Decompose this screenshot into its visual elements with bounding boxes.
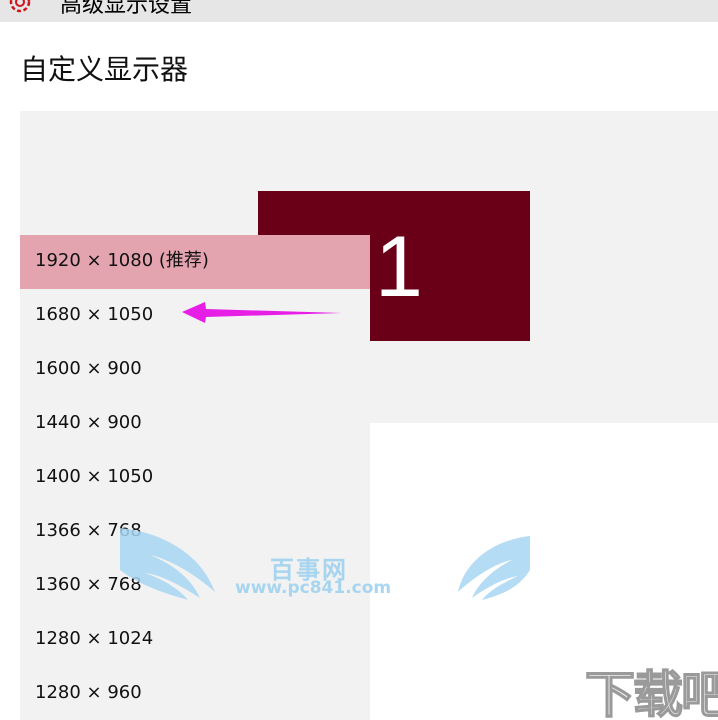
corner-watermark-logo: 下载吧 (584, 665, 718, 720)
resolution-option[interactable]: 1600 × 900 (20, 343, 370, 397)
watermark-url: www.pc841.com (235, 578, 392, 598)
screen: 高级显示设置 自定义显示器 1 1920 × 1080 (推荐) 1680 × … (0, 0, 718, 720)
gear-icon (6, 0, 34, 16)
window-title: 高级显示设置 (60, 0, 193, 18)
resolution-option[interactable]: 1400 × 1050 (20, 451, 370, 505)
resolution-option[interactable]: 1440 × 900 (20, 397, 370, 451)
resolution-option[interactable]: 1680 × 1050 (20, 289, 370, 343)
resolution-option[interactable]: 1280 × 1024 (20, 613, 370, 667)
resolution-dropdown-list: 1920 × 1080 (推荐) 1680 × 1050 1600 × 900 … (20, 235, 370, 720)
resolution-option[interactable]: 1280 × 960 (20, 667, 370, 720)
page-title: 自定义显示器 (20, 53, 189, 86)
resolution-option[interactable]: 1920 × 1080 (推荐) (20, 235, 370, 289)
monitor-number: 1 (375, 219, 423, 315)
title-bar: 高级显示设置 (0, 0, 718, 22)
